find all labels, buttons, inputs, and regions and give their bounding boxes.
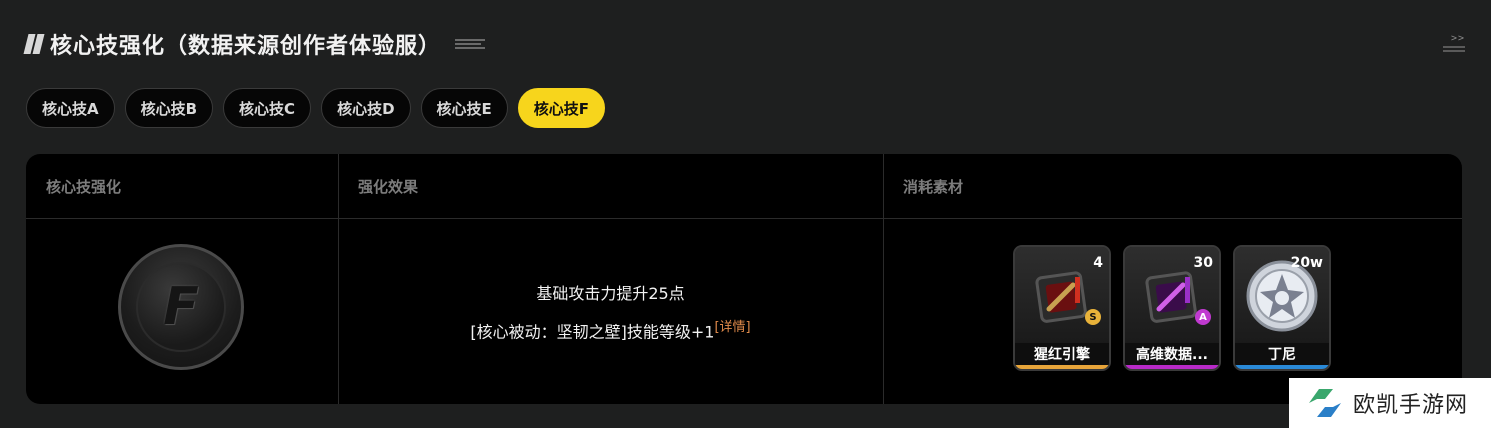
corner-decoration: >> <box>1443 34 1465 52</box>
site-watermark: 欧凯手游网 <box>1289 378 1491 428</box>
effect-skill-level: [核心被动：坚韧之壁]技能等级+1[详情] <box>470 316 750 342</box>
tab-core-skill-f[interactable]: 核心技F <box>517 88 606 128</box>
material-item[interactable]: S 4 猩红引擎 <box>1013 245 1111 371</box>
core-skill-tabs: 核心技A 核心技B 核心技C 核心技D 核心技E 核心技F <box>26 88 606 128</box>
material-item[interactable]: A 30 高维数据... <box>1123 245 1221 371</box>
material-count: 20w <box>1290 255 1323 271</box>
material-item[interactable]: 20w 丁尼 <box>1233 245 1331 371</box>
rarity-bar <box>1235 365 1329 369</box>
header-materials: 消耗素材 <box>903 178 964 196</box>
core-skill-f-icon: F <box>118 244 244 370</box>
material-count: 4 <box>1093 255 1103 271</box>
header-core-skill: 核心技强化 <box>46 178 122 196</box>
detail-link[interactable]: [详情] <box>714 320 750 335</box>
table-header-row: 核心技强化 强化效果 消耗素材 <box>26 154 1462 219</box>
tab-core-skill-e[interactable]: 核心技E <box>420 88 508 128</box>
site-logo-icon <box>1309 389 1341 417</box>
material-name: 丁尼 <box>1235 343 1329 365</box>
skill-letter: F <box>136 262 226 352</box>
tab-core-skill-c[interactable]: 核心技C <box>223 88 312 128</box>
header-effect: 强化效果 <box>358 178 419 196</box>
tab-core-skill-b[interactable]: 核心技B <box>124 88 214 128</box>
material-name: 猩红引擎 <box>1015 343 1109 365</box>
effect-skill-level-text: [核心被动：坚韧之壁]技能等级+1 <box>470 322 715 342</box>
rarity-bar <box>1015 365 1109 369</box>
tab-core-skill-d[interactable]: 核心技D <box>321 88 411 128</box>
rank-badge: S <box>1085 309 1101 325</box>
effect-attack-bonus: 基础攻击力提升25点 <box>536 284 685 304</box>
materials-list: S 4 猩红引擎 A 30 高维数据... 20w 丁尼 <box>1013 245 1331 371</box>
rarity-bar <box>1125 365 1219 369</box>
section-header: 核心技强化（数据来源创作者体验服） <box>23 28 486 60</box>
material-name: 高维数据... <box>1125 343 1219 365</box>
effect-cell: 基础攻击力提升25点 [核心被动：坚韧之壁]技能等级+1[详情] <box>338 219 883 404</box>
rank-badge: A <box>1195 309 1211 325</box>
title-decoration <box>455 39 486 49</box>
enhancement-table: 核心技强化 强化效果 消耗素材 F 基础攻击力提升25点 [核心被动：坚韧之壁]… <box>26 154 1462 404</box>
material-count: 30 <box>1193 255 1213 271</box>
watermark-text: 欧凯手游网 <box>1353 393 1469 418</box>
section-title-icon <box>23 34 45 54</box>
section-title: 核心技强化（数据来源创作者体验服） <box>50 34 442 59</box>
tab-core-skill-a[interactable]: 核心技A <box>26 88 115 128</box>
column-divider <box>883 154 884 404</box>
